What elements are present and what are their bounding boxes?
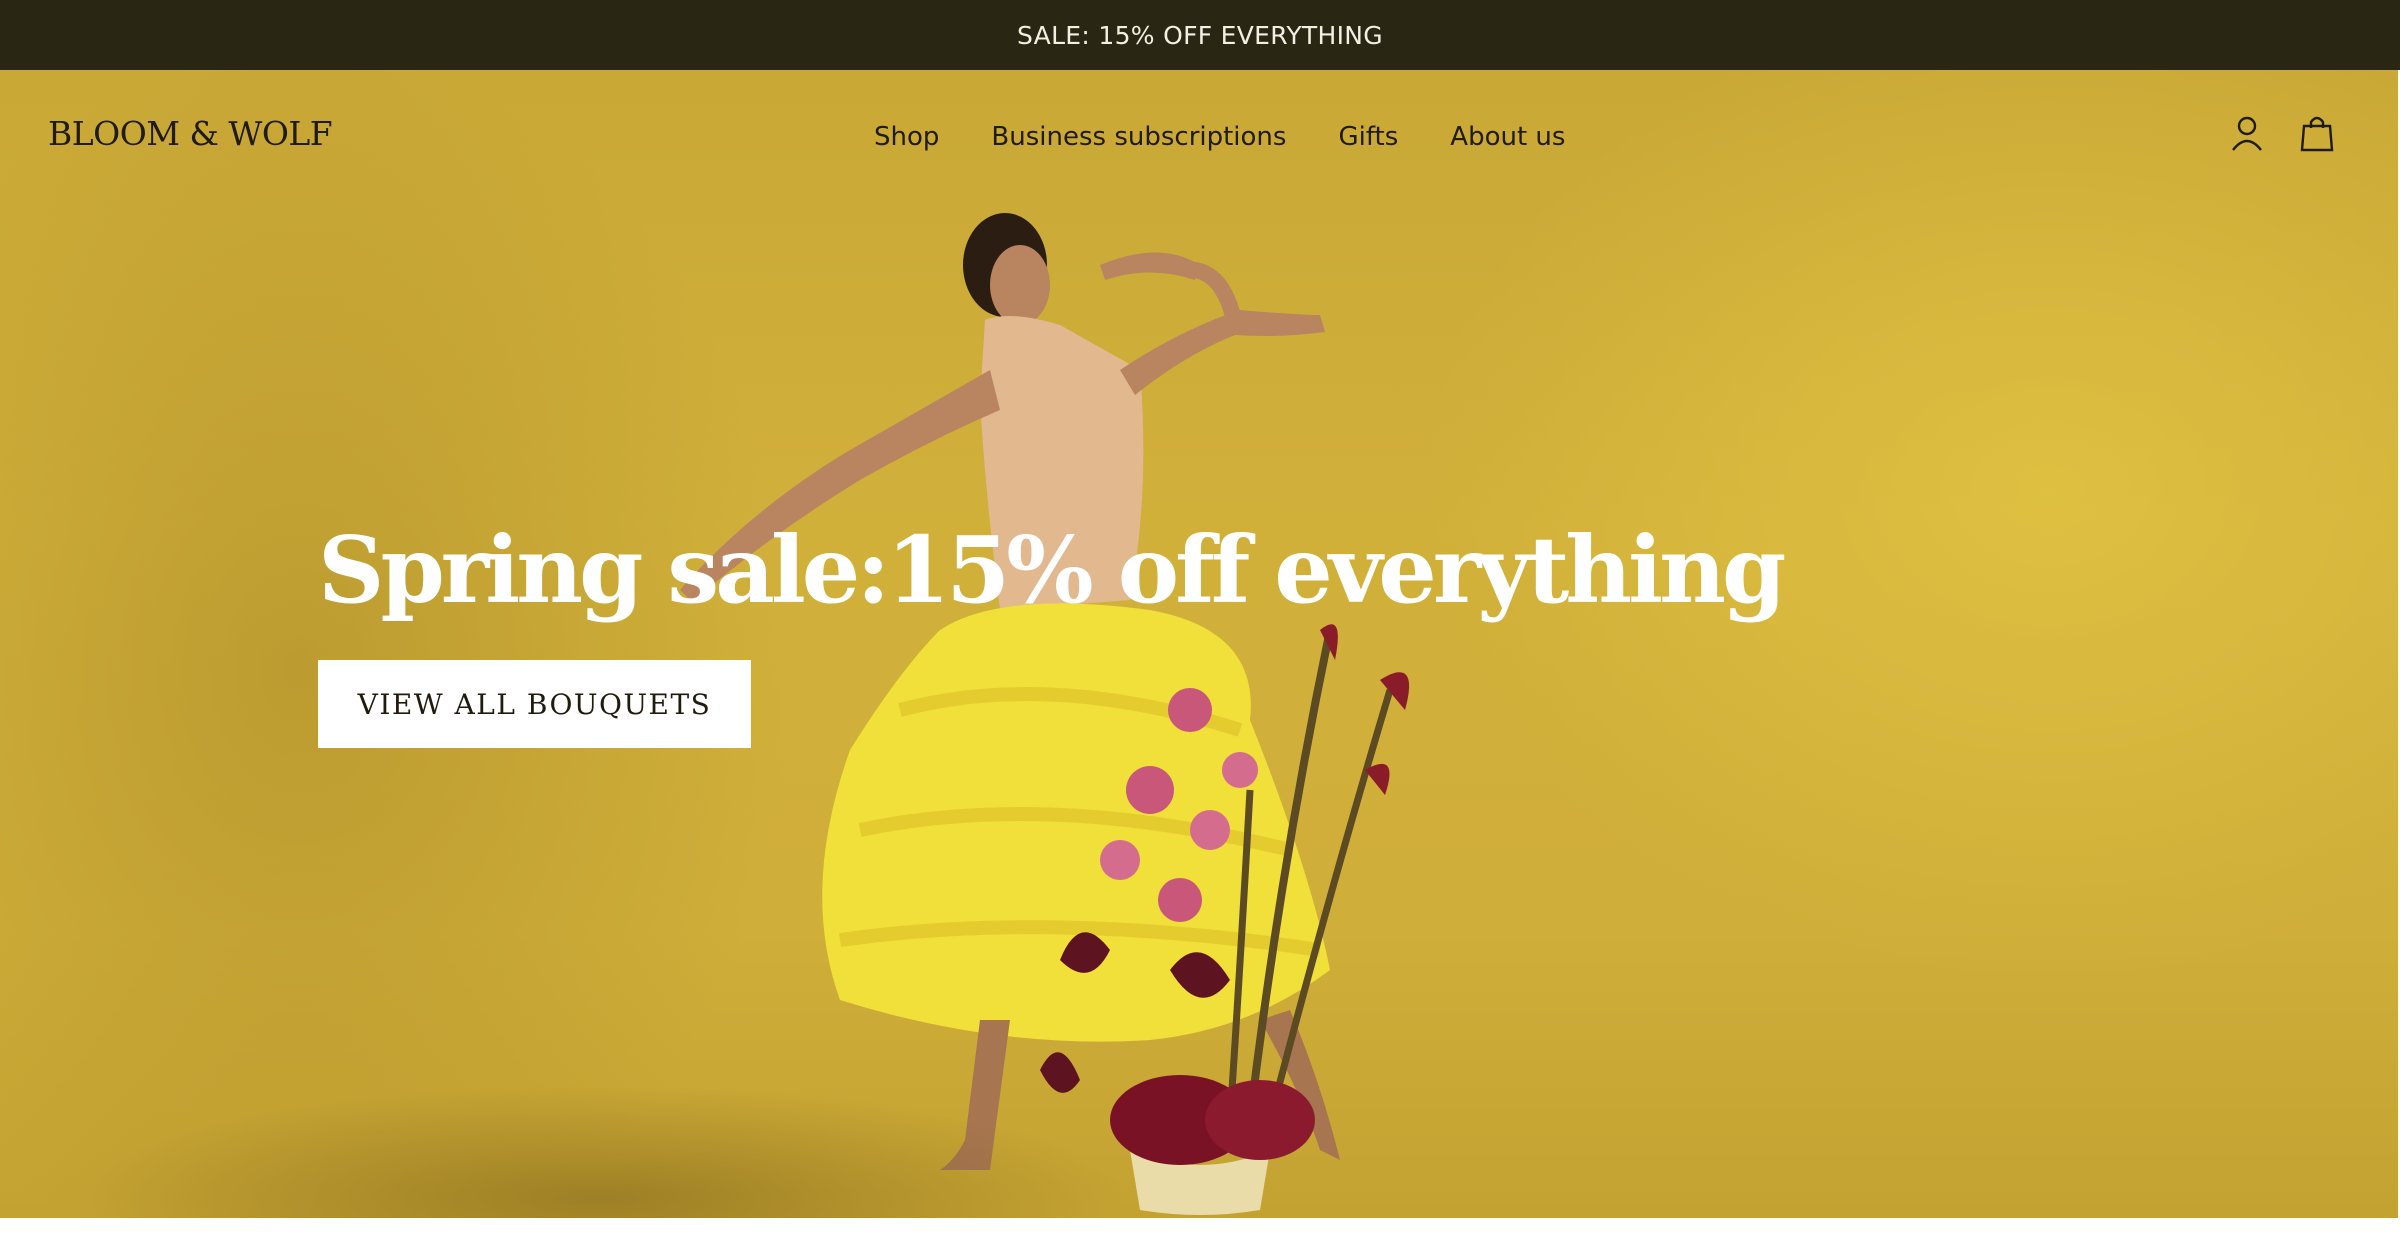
hero-banner <box>0 70 2398 1218</box>
announcement-text: SALE: 15% OFF EVERYTHING <box>1017 20 1383 50</box>
nav-item-business-subscriptions[interactable]: Business subscriptions <box>991 122 1286 152</box>
view-all-bouquets-button[interactable]: VIEW ALL BOUQUETS <box>318 660 751 748</box>
nav-item-shop[interactable]: Shop <box>874 122 939 152</box>
hero-headline: Spring sale:15% off everything <box>318 516 1786 624</box>
site-header: BLOOM & WOLF Shop Business subscriptions… <box>0 70 2400 210</box>
nav-item-about-us[interactable]: About us <box>1450 122 1565 152</box>
shopping-bag-icon[interactable] <box>2300 114 2334 152</box>
account-icon[interactable] <box>2230 114 2264 152</box>
logo[interactable]: BLOOM & WOLF <box>48 114 333 153</box>
header-actions <box>2230 114 2334 152</box>
announcement-bar: SALE: 15% OFF EVERYTHING <box>0 0 2400 70</box>
nav-item-gifts[interactable]: Gifts <box>1338 122 1398 152</box>
main-nav: Shop Business subscriptions Gifts About … <box>874 122 1565 152</box>
floor-shadow <box>0 978 1300 1218</box>
page-below-hero <box>0 1218 2400 1260</box>
